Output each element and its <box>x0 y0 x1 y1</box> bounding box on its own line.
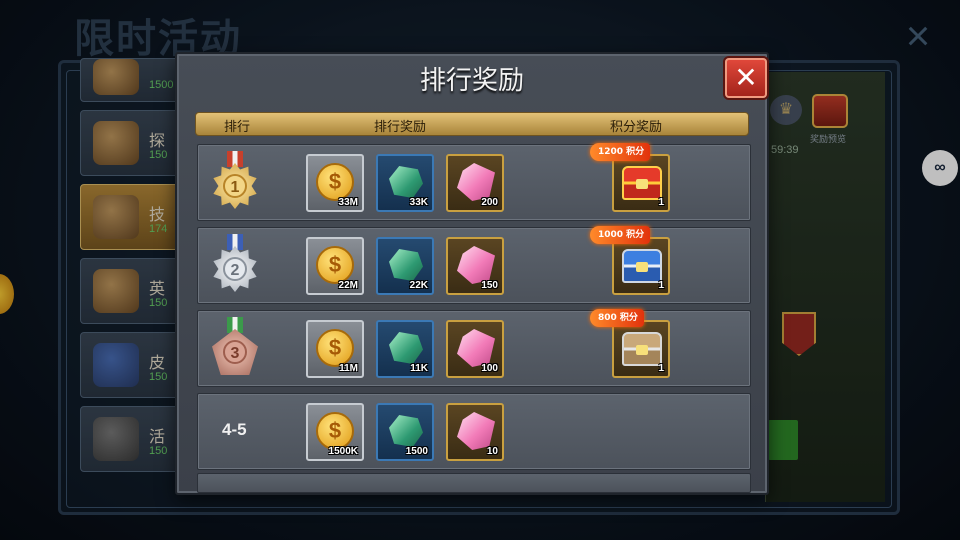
reward-quantity: 1 <box>658 197 664 208</box>
pink-crystal-icon <box>457 163 495 201</box>
reward-quantity: 150 <box>481 280 498 291</box>
column-header-rank-reward: 排行奖励 <box>374 120 427 135</box>
coin-icon: $ <box>316 246 354 284</box>
close-button[interactable]: ✕ <box>725 58 767 98</box>
table-header: 排行 排行奖励 积分奖励 <box>195 112 749 136</box>
chest-reward[interactable]: 1 <box>612 320 670 378</box>
reward-quantity: 100 <box>481 363 498 374</box>
coin-reward[interactable]: $ 33M <box>306 154 364 212</box>
pink-crystal-icon <box>457 329 495 367</box>
gem-reward[interactable]: 1500 <box>376 403 434 461</box>
coin-reward[interactable]: $ 11M <box>306 320 364 378</box>
green-gem-icon <box>389 332 423 364</box>
coin-icon: $ <box>316 329 354 367</box>
rank-number: 1 <box>223 174 247 198</box>
close-icon: ✕ <box>734 61 758 94</box>
bronze-medal-icon: 3 <box>210 317 260 381</box>
gem-reward[interactable]: 22K <box>376 237 434 295</box>
table-row: 1 $ 33M 33K 200 1 1200 积分 <box>197 143 751 221</box>
green-gem-icon <box>389 249 423 281</box>
chest-reward[interactable]: 1 <box>612 237 670 295</box>
pink-crystal-icon <box>457 412 495 450</box>
coin-reward[interactable]: $ 22M <box>306 237 364 295</box>
coin-reward[interactable]: $ 1500K <box>306 403 364 461</box>
green-gem-icon <box>389 415 423 447</box>
crystal-reward[interactable]: 150 <box>446 237 504 295</box>
reward-quantity: 11M <box>339 363 358 374</box>
chest-reward[interactable]: 1 <box>612 154 670 212</box>
reward-quantity: 1500K <box>328 446 358 457</box>
table-row: 3 $ 11M 11K 100 1 800 积分 <box>197 309 751 387</box>
gem-reward[interactable]: 33K <box>376 154 434 212</box>
table-row: 4-5 $ 1500K 1500 10 <box>197 393 751 470</box>
column-header-points-reward: 积分奖励 <box>610 120 663 135</box>
points-tag: 800 积分 <box>590 309 644 327</box>
crystal-reward[interactable]: 10 <box>446 403 504 461</box>
gold-medal-icon: 1 <box>210 151 260 215</box>
reward-quantity: 1 <box>658 363 664 374</box>
reward-quantity: 33M <box>338 197 358 208</box>
crystal-reward[interactable]: 200 <box>446 154 504 212</box>
points-tag: 1200 积分 <box>590 143 651 161</box>
green-gem-icon <box>389 166 423 198</box>
crystal-reward[interactable]: 100 <box>446 320 504 378</box>
reward-quantity: 22K <box>409 280 428 291</box>
reward-quantity: 200 <box>481 197 498 208</box>
chest-lock <box>636 262 648 272</box>
column-header-rank: 排行 <box>224 120 251 135</box>
coin-icon: $ <box>316 412 354 450</box>
rank-range: 4-5 <box>222 420 247 439</box>
silver-medal-icon: 2 <box>210 234 260 298</box>
pink-crystal-icon <box>457 246 495 284</box>
dialog-title: 排行奖励 <box>419 66 524 96</box>
table-row: 2 $ 22M 22K 150 1 1000 积分 <box>197 226 751 304</box>
gem-reward[interactable]: 11K <box>376 320 434 378</box>
rank-number: 2 <box>223 257 247 281</box>
coin-icon: $ <box>316 163 354 201</box>
chest-lock <box>636 179 648 189</box>
rank-rewards-dialog: 排行奖励 ✕ 排行 排行奖励 积分奖励 1 $ 33M 33K 200 1 12… <box>175 52 769 495</box>
points-tag: 1000 积分 <box>590 226 651 244</box>
reward-quantity: 11K <box>410 363 428 374</box>
table-row-partial <box>197 473 751 493</box>
reward-quantity: 10 <box>486 446 498 457</box>
chest-lock <box>636 345 648 355</box>
reward-quantity: 33K <box>409 197 428 208</box>
rank-number: 3 <box>223 340 247 364</box>
reward-quantity: 1 <box>658 280 664 291</box>
reward-quantity: 1500 <box>405 446 428 457</box>
reward-quantity: 22M <box>338 280 358 291</box>
